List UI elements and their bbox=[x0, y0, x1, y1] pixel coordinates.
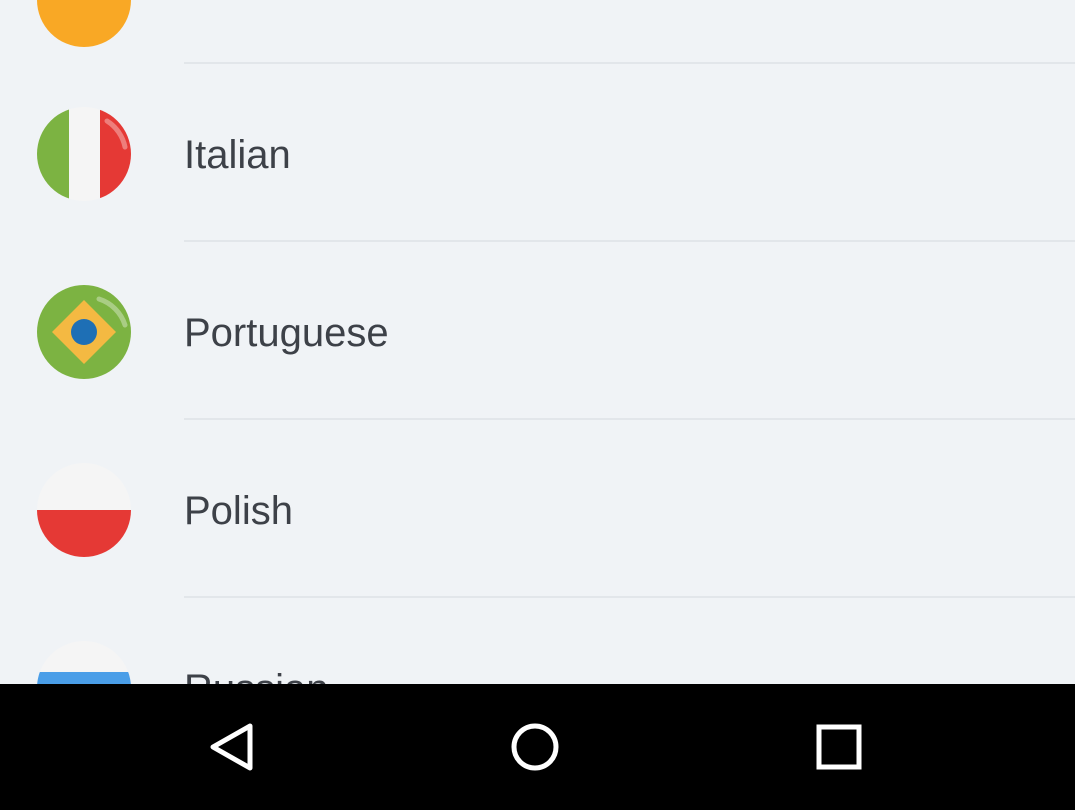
language-row-polish[interactable]: Polish bbox=[0, 420, 1075, 598]
language-row-partial[interactable] bbox=[0, 0, 1075, 64]
language-row-portuguese[interactable]: Portuguese bbox=[0, 242, 1075, 420]
language-label: Russian bbox=[184, 669, 329, 684]
italy-flag-icon bbox=[37, 107, 131, 201]
language-selection-screen: Italian Portuguese Polish bbox=[0, 0, 1075, 810]
back-triangle-icon[interactable] bbox=[200, 714, 266, 780]
poland-flag-icon bbox=[37, 463, 131, 557]
language-row-russian[interactable]: Russian bbox=[0, 598, 1075, 684]
language-label: Polish bbox=[184, 489, 293, 533]
recents-square-icon[interactable] bbox=[806, 714, 872, 780]
language-list: Italian Portuguese Polish bbox=[0, 0, 1075, 684]
system-navigation-bar bbox=[0, 684, 1075, 810]
language-label: Portuguese bbox=[184, 311, 389, 355]
language-label: Italian bbox=[184, 133, 291, 177]
home-circle-icon[interactable] bbox=[502, 714, 568, 780]
brazil-flag-icon bbox=[37, 285, 131, 379]
russia-flag-icon bbox=[37, 641, 131, 684]
orange-flag-icon bbox=[37, 0, 131, 47]
language-row-italian[interactable]: Italian bbox=[0, 64, 1075, 242]
